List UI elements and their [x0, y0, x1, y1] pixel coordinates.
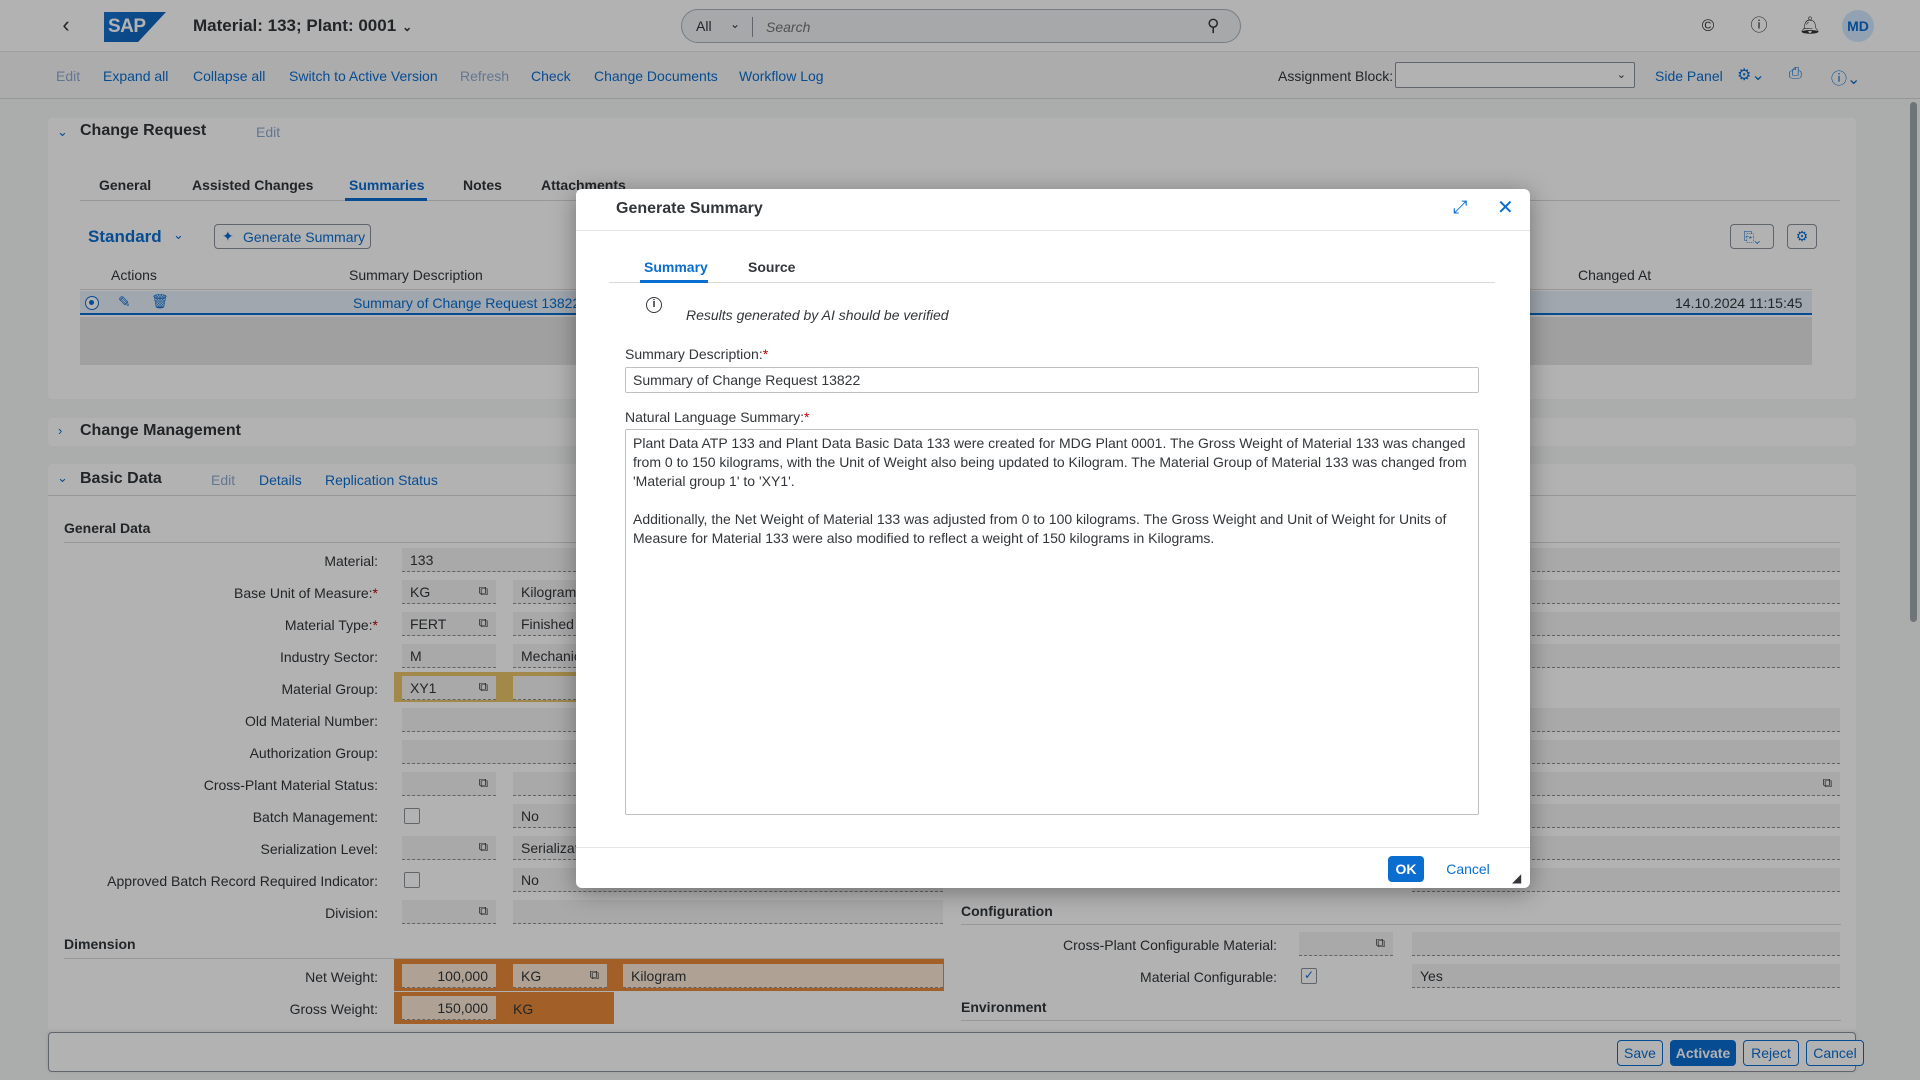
- dialog-tab-source[interactable]: Source: [748, 259, 795, 275]
- ai-disclaimer-text: Results generated by AI should be verifi…: [686, 307, 949, 323]
- required-asterisk: *: [804, 409, 810, 425]
- dialog-tab-divider: [609, 282, 1495, 283]
- summary-description-label: Summary Description:*: [625, 346, 768, 362]
- dialog-tab-summary[interactable]: Summary: [644, 259, 708, 275]
- required-asterisk: *: [762, 346, 769, 362]
- ok-button[interactable]: OK: [1388, 856, 1424, 882]
- natural-language-summary-textarea[interactable]: Plant Data ATP 133 and Plant Data Basic …: [625, 429, 1479, 815]
- natural-language-summary-label-text: Natural Language Summary:: [625, 409, 804, 425]
- resize-grip-icon[interactable]: ◢: [1512, 871, 1521, 885]
- expand-icon[interactable]: ⤢: [1453, 197, 1467, 218]
- close-icon[interactable]: ✕: [1497, 195, 1514, 220]
- dialog-footer-divider: [576, 847, 1530, 848]
- dialog-title: Generate Summary: [616, 200, 763, 217]
- natural-language-summary-label: Natural Language Summary:*: [625, 409, 809, 425]
- summary-description-input[interactable]: [625, 367, 1479, 393]
- dialog-active-tab-indicator: [640, 280, 708, 283]
- generate-summary-dialog: Generate Summary ⤢ ✕ Summary Source i Re…: [576, 189, 1530, 888]
- dialog-header-divider: [576, 230, 1530, 231]
- summary-description-label-text: Summary Description:: [625, 346, 763, 362]
- dialog-cancel-button[interactable]: Cancel: [1438, 856, 1498, 882]
- info-icon: i: [646, 297, 662, 313]
